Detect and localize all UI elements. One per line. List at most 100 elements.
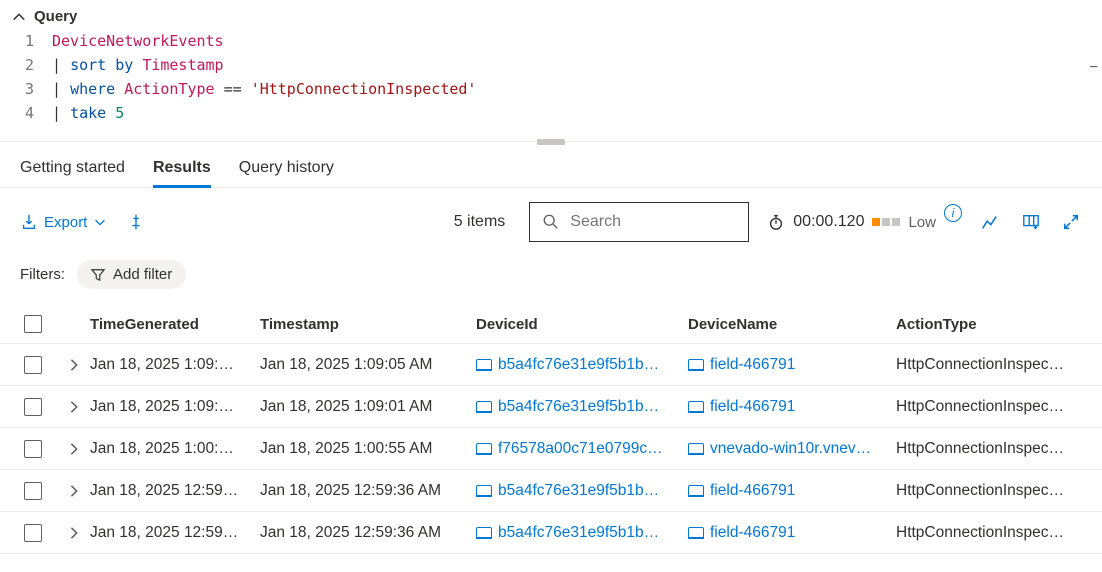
cell-actiontype: HttpConnectionInspected [896,482,1078,500]
elapsed-time: 00:00.120 [793,213,864,231]
cell-actiontype: HttpConnectionInspected [896,398,1078,416]
chevron-right-icon[interactable] [67,484,81,498]
chart-icon [980,213,998,231]
splitter-handle-icon [537,139,565,145]
line-number: 1 [12,29,52,53]
stopwatch-icon [767,213,785,231]
table-row[interactable]: Jan 18, 2025 12:59…Jan 18, 2025 12:59:36… [0,470,1102,512]
device-icon [476,359,492,371]
expand-icon [1062,213,1080,231]
chevron-right-icon[interactable] [67,400,81,414]
row-checkbox[interactable] [24,482,42,500]
device-icon [688,443,704,455]
cost-dots-icon [872,218,900,226]
results-table-body: Jan 18, 2025 1:09:…Jan 18, 2025 1:09:05 … [0,344,1102,554]
device-icon [476,485,492,497]
column-header-timestamp[interactable]: Timestamp [260,316,476,333]
collapse-icon[interactable]: − [1090,55,1098,79]
cell-devicename[interactable]: field-466791 [688,356,896,374]
table-row[interactable]: Jan 18, 2025 1:00:…Jan 18, 2025 1:00:55 … [0,428,1102,470]
cell-actiontype: HttpConnectionInspected [896,524,1078,542]
filters-label: Filters: [20,266,65,283]
column-header-deviceid[interactable]: DeviceId [476,316,688,333]
cell-deviceid[interactable]: b5a4fc76e31e9f5b1b… [476,482,688,500]
device-icon [476,527,492,539]
tab-query-history[interactable]: Query history [239,155,334,187]
token: DeviceNetworkEvents [52,32,224,50]
cell-deviceid[interactable]: b5a4fc76e31e9f5b1b… [476,398,688,416]
splitter[interactable] [0,141,1102,149]
token: sort [70,56,106,74]
query-editor[interactable]: 1 DeviceNetworkEvents 2 | sort by Timest… [0,29,1102,135]
tab-label: Query history [239,159,334,176]
column-header-timegenerated[interactable]: TimeGenerated [90,316,260,333]
results-table-header: TimeGenerated Timestamp DeviceId DeviceN… [0,305,1102,344]
chart-button[interactable] [980,211,1002,233]
row-checkbox[interactable] [24,398,42,416]
token: take [70,104,106,122]
row-checkbox[interactable] [24,356,42,374]
export-button[interactable]: Export [20,213,107,231]
tab-label: Getting started [20,159,125,176]
results-tabs: Getting started Results Query history [0,149,1102,188]
search-box[interactable] [529,202,749,242]
column-header-actiontype[interactable]: ActionType [896,316,1078,333]
add-filter-label: Add filter [113,266,172,283]
chevron-down-icon [1000,215,1002,229]
cell-devicename[interactable]: field-466791 [688,524,896,542]
expand-button[interactable] [1060,211,1082,233]
device-icon [476,401,492,413]
query-section-header[interactable]: Query [0,0,1102,29]
cell-timestamp: Jan 18, 2025 1:09:05 AM [260,356,476,374]
tab-label: Results [153,159,211,176]
cell-deviceid[interactable]: b5a4fc76e31e9f5b1b… [476,524,688,542]
pin-columns-button[interactable] [125,211,147,233]
tab-getting-started[interactable]: Getting started [20,155,125,187]
cell-devicename[interactable]: field-466791 [688,398,896,416]
table-row[interactable]: Jan 18, 2025 12:59…Jan 18, 2025 12:59:36… [0,512,1102,554]
token: == [215,80,251,98]
table-row[interactable]: Jan 18, 2025 1:09:…Jan 18, 2025 1:09:01 … [0,386,1102,428]
row-checkbox[interactable] [24,524,42,542]
device-icon [688,401,704,413]
query-header-title: Query [34,8,77,25]
chevron-right-icon[interactable] [67,358,81,372]
select-all-checkbox[interactable] [24,315,42,333]
column-header-devicename[interactable]: DeviceName [688,316,896,333]
device-icon [688,485,704,497]
token: | [52,104,70,122]
row-checkbox[interactable] [24,440,42,458]
results-toolbar: Export 5 items 00:00.120 Low i [0,188,1102,256]
filters-bar: Filters: Add filter [0,256,1102,305]
chevron-right-icon[interactable] [67,526,81,540]
filter-icon [91,268,105,282]
table-row[interactable]: Jan 18, 2025 1:09:…Jan 18, 2025 1:09:05 … [0,344,1102,386]
line-number: 4 [12,101,52,125]
cell-actiontype: HttpConnectionInspected [896,356,1078,374]
columns-icon [1022,213,1040,231]
cell-deviceid[interactable]: f76578a00c71e0799c… [476,440,688,458]
line-number: 2 [12,53,52,77]
add-filter-button[interactable]: Add filter [77,260,186,289]
tab-results[interactable]: Results [153,155,211,187]
line-number: 3 [12,77,52,101]
column-options-button[interactable] [1020,211,1042,233]
info-icon[interactable]: i [944,204,962,222]
cell-devicename[interactable]: vnevado-win10r.vnev… [688,440,896,458]
token: ActionType [124,80,214,98]
token: Timestamp [142,56,223,74]
chevron-down-icon [93,215,107,229]
export-icon [20,213,38,231]
chevron-right-icon[interactable] [67,442,81,456]
cell-timegenerated: Jan 18, 2025 1:09:… [90,398,260,416]
cell-timestamp: Jan 18, 2025 12:59:36 AM [260,482,476,500]
search-input[interactable] [570,213,736,231]
cell-timegenerated: Jan 18, 2025 1:09:… [90,356,260,374]
cost-label: Low [908,214,936,231]
cell-timegenerated: Jan 18, 2025 12:59… [90,482,260,500]
cell-deviceid[interactable]: b5a4fc76e31e9f5b1b… [476,356,688,374]
token: 5 [115,104,124,122]
cell-devicename[interactable]: field-466791 [688,482,896,500]
token: | [52,80,70,98]
search-icon [542,213,560,231]
